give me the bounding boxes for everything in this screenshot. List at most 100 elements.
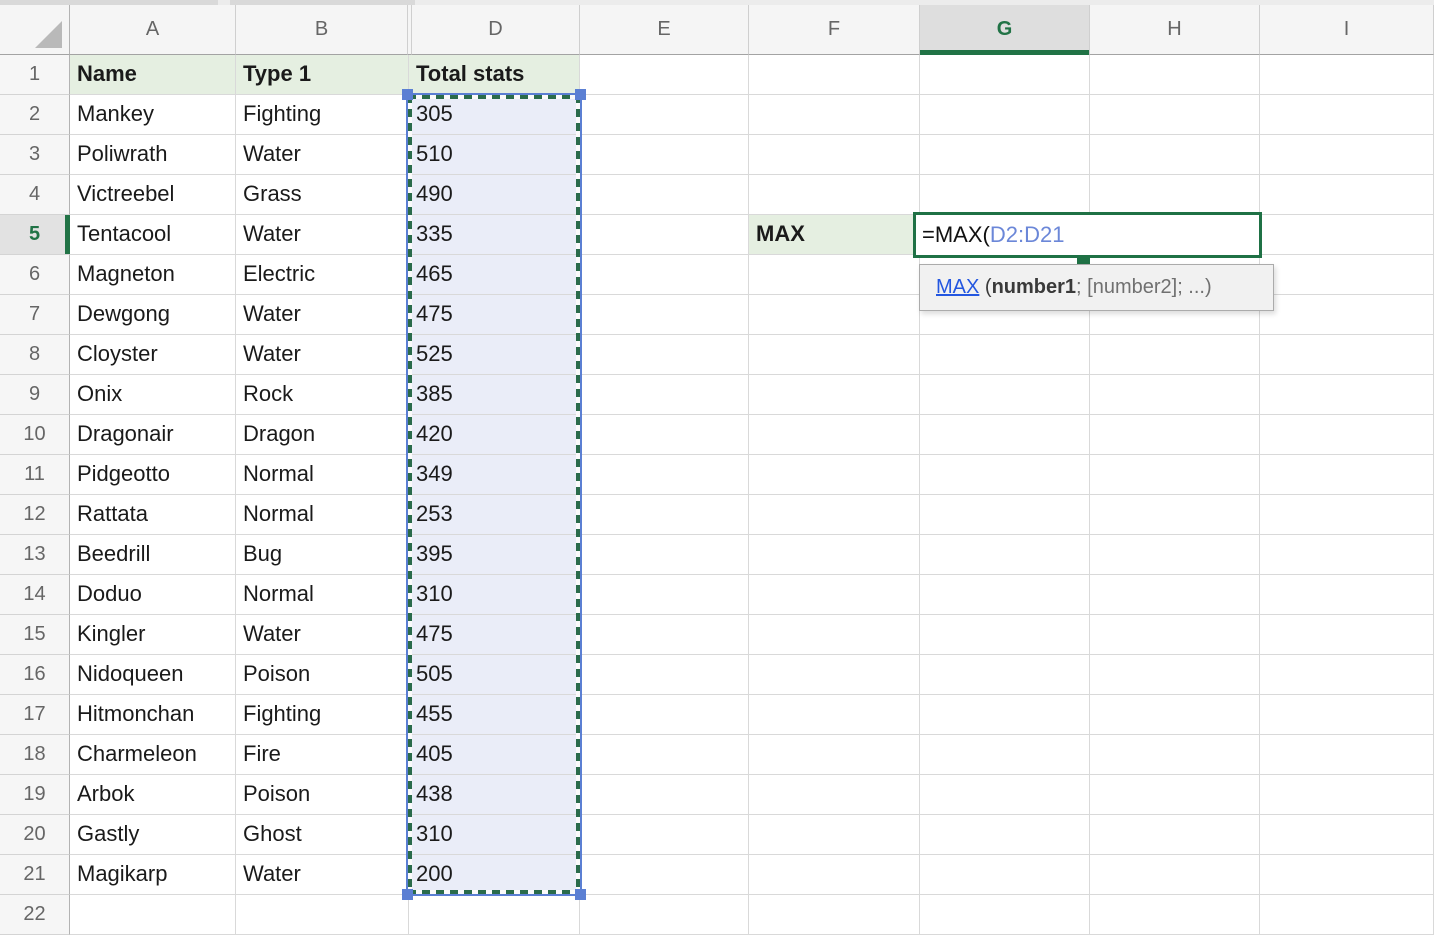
cell-G13[interactable] (920, 535, 1090, 575)
cell-I12[interactable] (1260, 495, 1434, 535)
cell-G4[interactable] (920, 175, 1090, 215)
cell-I5[interactable] (1260, 215, 1434, 255)
cell-F19[interactable] (749, 775, 920, 815)
row-header-20[interactable]: 20 (0, 815, 70, 855)
cell-E4[interactable] (580, 175, 749, 215)
cell-A2[interactable]: Mankey (70, 95, 236, 135)
cell-E2[interactable] (580, 95, 749, 135)
column-header-E[interactable]: E (580, 5, 749, 55)
cell-B4[interactable]: Grass (236, 175, 409, 215)
cell-A9[interactable]: Onix (70, 375, 236, 415)
cell-A11[interactable]: Pidgeotto (70, 455, 236, 495)
cell-B9[interactable]: Rock (236, 375, 409, 415)
cell-E5[interactable] (580, 215, 749, 255)
cell-D13[interactable]: 395 (409, 535, 580, 575)
cell-E3[interactable] (580, 135, 749, 175)
row-header-18[interactable]: 18 (0, 735, 70, 775)
cell-E18[interactable] (580, 735, 749, 775)
cell-H9[interactable] (1090, 375, 1260, 415)
cell-H2[interactable] (1090, 95, 1260, 135)
cell-I13[interactable] (1260, 535, 1434, 575)
cell-G21[interactable] (920, 855, 1090, 895)
cell-F8[interactable] (749, 335, 920, 375)
cell-B16[interactable]: Poison (236, 655, 409, 695)
cell-I17[interactable] (1260, 695, 1434, 735)
cell-E8[interactable] (580, 335, 749, 375)
row-header-9[interactable]: 9 (0, 375, 70, 415)
cell-H13[interactable] (1090, 535, 1260, 575)
cell-H14[interactable] (1090, 575, 1260, 615)
cell-D5[interactable]: 335 (409, 215, 580, 255)
cell-D4[interactable]: 490 (409, 175, 580, 215)
cell-D6[interactable]: 465 (409, 255, 580, 295)
cell-I15[interactable] (1260, 615, 1434, 655)
cell-F7[interactable] (749, 295, 920, 335)
cell-E1[interactable] (580, 55, 749, 95)
cell-B18[interactable]: Fire (236, 735, 409, 775)
cell-G15[interactable] (920, 615, 1090, 655)
cell-D16[interactable]: 505 (409, 655, 580, 695)
row-header-5[interactable]: 5 (0, 215, 70, 255)
cell-D2[interactable]: 305 (409, 95, 580, 135)
cell-I1[interactable] (1260, 55, 1434, 95)
cell-F11[interactable] (749, 455, 920, 495)
cell-I4[interactable] (1260, 175, 1434, 215)
cell-F22[interactable] (749, 895, 920, 935)
row-header-6[interactable]: 6 (0, 255, 70, 295)
cell-A20[interactable]: Gastly (70, 815, 236, 855)
cell-G20[interactable] (920, 815, 1090, 855)
cell-I21[interactable] (1260, 855, 1434, 895)
cell-F6[interactable] (749, 255, 920, 295)
tooltip-function-link[interactable]: MAX (936, 276, 979, 298)
cell-F4[interactable] (749, 175, 920, 215)
cell-E13[interactable] (580, 535, 749, 575)
cell-E21[interactable] (580, 855, 749, 895)
row-header-1[interactable]: 1 (0, 55, 70, 95)
cell-D20[interactable]: 310 (409, 815, 580, 855)
row-header-2[interactable]: 2 (0, 95, 70, 135)
cell-E20[interactable] (580, 815, 749, 855)
cell-B19[interactable]: Poison (236, 775, 409, 815)
cell-I2[interactable] (1260, 95, 1434, 135)
cell-H17[interactable] (1090, 695, 1260, 735)
cell-E22[interactable] (580, 895, 749, 935)
cell-G12[interactable] (920, 495, 1090, 535)
cell-H19[interactable] (1090, 775, 1260, 815)
row-header-15[interactable]: 15 (0, 615, 70, 655)
cell-H11[interactable] (1090, 455, 1260, 495)
formula-edit-cell[interactable]: =MAX(D2:D21 (913, 212, 1262, 258)
cell-I8[interactable] (1260, 335, 1434, 375)
cell-G2[interactable] (920, 95, 1090, 135)
cell-B7[interactable]: Water (236, 295, 409, 335)
cell-B15[interactable]: Water (236, 615, 409, 655)
cell-D10[interactable]: 420 (409, 415, 580, 455)
cell-F16[interactable] (749, 655, 920, 695)
cell-F9[interactable] (749, 375, 920, 415)
cell-A7[interactable]: Dewgong (70, 295, 236, 335)
cell-B12[interactable]: Normal (236, 495, 409, 535)
cell-A10[interactable]: Dragonair (70, 415, 236, 455)
cell-D14[interactable]: 310 (409, 575, 580, 615)
cell-F5[interactable]: MAX (749, 215, 920, 255)
cell-H3[interactable] (1090, 135, 1260, 175)
cell-F20[interactable] (749, 815, 920, 855)
cell-B3[interactable]: Water (236, 135, 409, 175)
cell-F10[interactable] (749, 415, 920, 455)
cell-I22[interactable] (1260, 895, 1434, 935)
cell-A22[interactable] (70, 895, 236, 935)
cell-I9[interactable] (1260, 375, 1434, 415)
cell-F2[interactable] (749, 95, 920, 135)
cell-F17[interactable] (749, 695, 920, 735)
cell-I18[interactable] (1260, 735, 1434, 775)
cell-H12[interactable] (1090, 495, 1260, 535)
cell-A17[interactable]: Hitmonchan (70, 695, 236, 735)
cell-E17[interactable] (580, 695, 749, 735)
cell-B17[interactable]: Fighting (236, 695, 409, 735)
column-header-A[interactable]: A (70, 5, 236, 55)
cell-B13[interactable]: Bug (236, 535, 409, 575)
cell-B5[interactable]: Water (236, 215, 409, 255)
cell-I3[interactable] (1260, 135, 1434, 175)
cell-I14[interactable] (1260, 575, 1434, 615)
cell-B2[interactable]: Fighting (236, 95, 409, 135)
cell-G8[interactable] (920, 335, 1090, 375)
